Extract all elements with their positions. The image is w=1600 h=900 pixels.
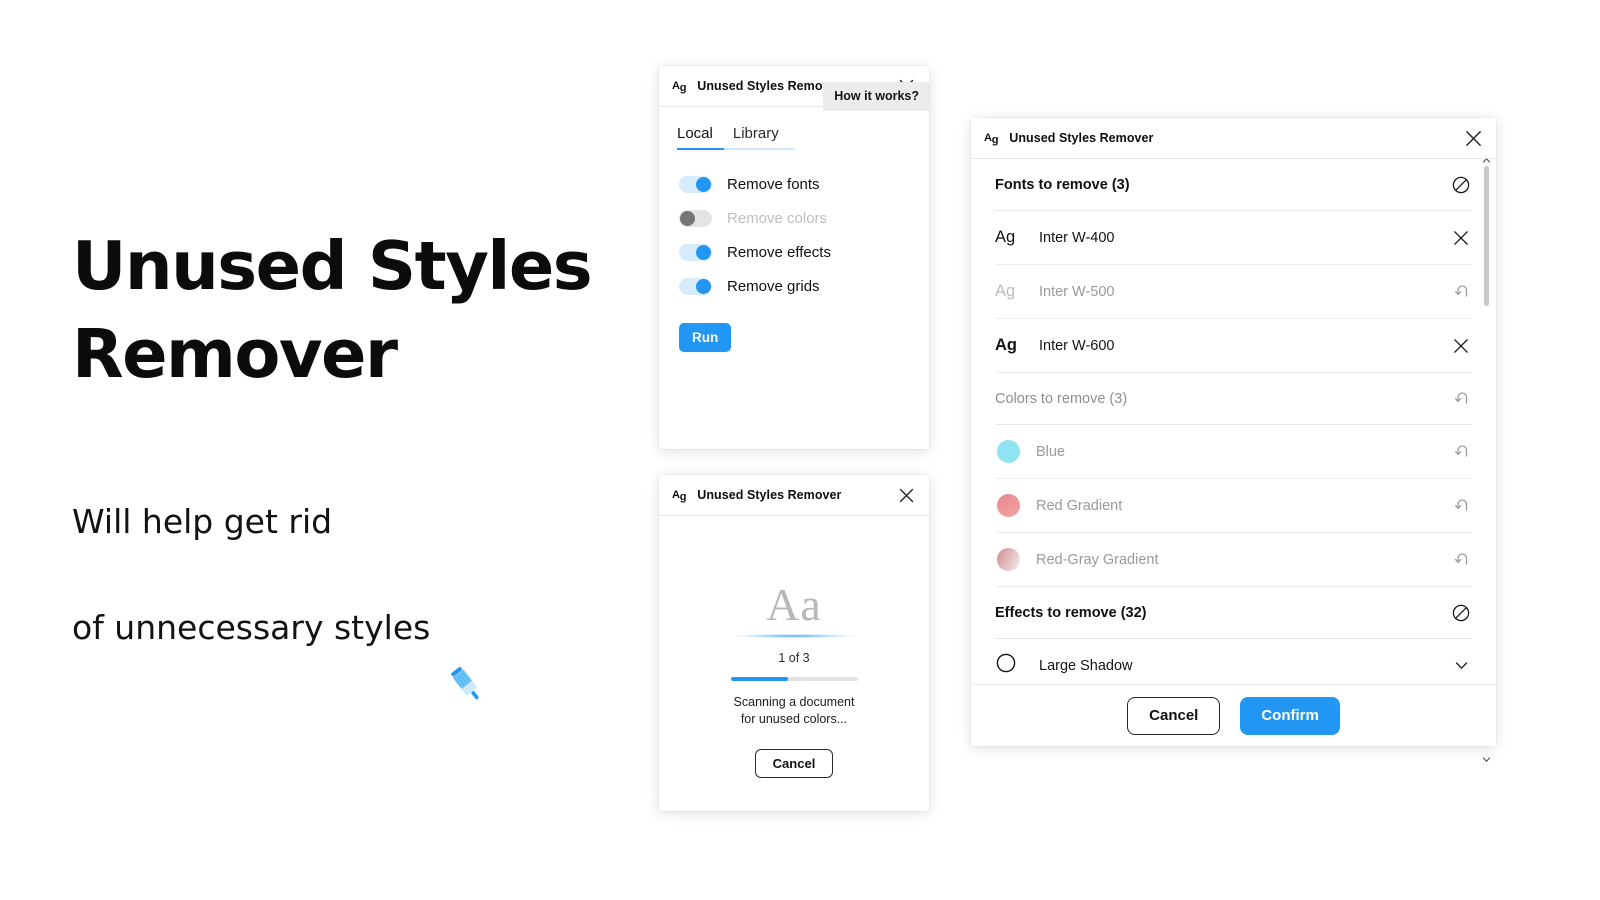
section-title: Effects to remove (32)	[995, 604, 1147, 621]
table-row[interactable]: Red-Gray Gradient	[995, 533, 1472, 587]
scrollbar-thumb[interactable]	[1484, 166, 1489, 306]
review-panel: Ag Unused Styles Remover Fonts to remove…	[971, 118, 1496, 762]
scanning-panel-title: Unused Styles Remover	[697, 488, 842, 502]
table-row[interactable]: Ag Inter W-400	[995, 211, 1472, 265]
scan-status-text: Scanning a document for unused colors...	[733, 695, 855, 726]
subtitle-line-1: Will help get rid	[72, 502, 333, 541]
review-panel-title: Unused Styles Remover	[1009, 131, 1154, 145]
font-preview-glyph: Aa	[766, 579, 822, 630]
font-sample: Ag	[995, 282, 1016, 300]
subtitle-line-2-wrap: of unnecessary styles	[72, 601, 632, 699]
review-footer: Cancel Confirm	[971, 684, 1496, 746]
undo-icon[interactable]	[1450, 495, 1472, 517]
switch-label-remove-effects: Remove effects	[727, 243, 831, 261]
switch-row-remove-effects: Remove effects	[679, 235, 929, 269]
table-row[interactable]: Blue	[995, 425, 1472, 479]
progress-bar-fill	[730, 677, 788, 681]
color-swatch	[997, 494, 1020, 517]
prohibition-icon[interactable]	[1450, 602, 1472, 624]
confirm-button[interactable]: Confirm	[1240, 696, 1340, 735]
review-panel-header: Ag Unused Styles Remover	[971, 118, 1496, 159]
close-icon[interactable]	[1463, 128, 1483, 148]
ag-logo-icon: Ag	[984, 131, 999, 146]
hero-section: Unused Styles Remover Will help get rid …	[72, 222, 632, 707]
switch-label-remove-colors: Remove colors	[727, 209, 828, 227]
font-sample: Ag	[995, 228, 1016, 246]
row-label: Large Shadow	[1039, 657, 1133, 674]
scroll-down-arrow-icon[interactable]	[1482, 751, 1491, 762]
vertical-scrollbar[interactable]	[1482, 158, 1491, 762]
switch-label-remove-grids: Remove grids	[727, 277, 820, 295]
row-label: Inter W-400	[1039, 229, 1115, 246]
prohibition-icon[interactable]	[1450, 174, 1472, 196]
undo-icon[interactable]	[1450, 281, 1472, 303]
row-label: Inter W-600	[1039, 337, 1115, 354]
font-sample: Ag	[995, 336, 1017, 354]
effect-preview-icon	[995, 652, 1023, 679]
switch-row-remove-fonts: Remove fonts	[679, 167, 929, 201]
run-button[interactable]: Run	[679, 323, 732, 352]
row-label: Red Gradient	[1036, 497, 1123, 514]
toggle-remove-fonts[interactable]	[679, 175, 712, 193]
color-swatch	[997, 548, 1020, 571]
scanning-body: Aa 1 of 3 Scanning a document for unused…	[659, 516, 929, 778]
scanning-panel-header: Ag Unused Styles Remover	[659, 475, 929, 516]
ag-logo-icon: Ag	[672, 79, 687, 94]
screenshot-root: Unused Styles Remover Will help get rid …	[0, 0, 1600, 900]
close-icon[interactable]	[1450, 335, 1472, 357]
cancel-scan-button[interactable]: Cancel	[754, 749, 834, 778]
close-icon[interactable]	[1450, 227, 1472, 249]
section-title: Fonts to remove (3)	[995, 176, 1130, 193]
how-it-works-tooltip[interactable]: How it works?	[823, 82, 929, 111]
toggle-knob	[696, 176, 711, 192]
tab-local[interactable]: Local	[677, 125, 713, 150]
toggle-knob	[680, 210, 695, 226]
table-row[interactable]: Ag Inter W-600	[995, 319, 1472, 373]
undo-icon[interactable]	[1450, 441, 1472, 463]
tab-library[interactable]: Library	[733, 125, 779, 150]
subtitle-line-2: of unnecessary styles	[72, 608, 431, 647]
undo-icon[interactable]	[1450, 388, 1472, 410]
toggle-remove-effects[interactable]	[679, 243, 712, 261]
paintbrush-icon	[444, 609, 490, 699]
tab-bar: How it works? Local Library	[659, 82, 929, 150]
close-icon[interactable]	[896, 485, 916, 505]
undo-icon[interactable]	[1450, 549, 1472, 571]
toggle-remove-colors[interactable]	[679, 209, 712, 227]
progress-bar	[730, 677, 858, 681]
cancel-button[interactable]: Cancel	[1127, 696, 1221, 735]
table-row[interactable]: Ag Inter W-500	[995, 265, 1472, 319]
options-panel: Ag Unused Styles Remover How it works? L…	[659, 66, 929, 449]
section-header-fonts: Fonts to remove (3)	[995, 159, 1472, 211]
color-swatch	[997, 440, 1020, 463]
toggle-remove-grids[interactable]	[679, 277, 712, 295]
step-counter: 1 of 3	[778, 651, 810, 665]
table-row[interactable]: Large Shadow	[995, 639, 1472, 684]
switch-row-remove-colors: Remove colors	[679, 201, 929, 235]
page-subtitle: Will help get rid of unnecessary styles	[72, 442, 632, 707]
section-title: Colors to remove (3)	[995, 390, 1128, 407]
page-title: Unused Styles Remover	[72, 227, 593, 393]
row-label: Red-Gray Gradient	[1036, 551, 1159, 568]
scanning-panel: Ag Unused Styles Remover Aa 1 of 3 Scann…	[659, 475, 929, 811]
row-label: Blue	[1036, 443, 1066, 460]
chevron-down-icon[interactable]	[1450, 655, 1472, 677]
section-header-colors: Colors to remove (3)	[995, 373, 1472, 425]
font-preview-glow	[734, 634, 854, 638]
toggle-knob	[696, 244, 711, 260]
switch-label-remove-fonts: Remove fonts	[727, 175, 820, 193]
toggle-knob	[696, 278, 711, 294]
section-header-effects: Effects to remove (32)	[995, 587, 1472, 639]
table-row[interactable]: Red Gradient	[995, 479, 1472, 533]
row-label: Inter W-500	[1039, 283, 1115, 300]
switch-list: Remove fonts Remove colors Remove effect…	[659, 150, 929, 303]
switch-row-remove-grids: Remove grids	[679, 269, 929, 303]
ag-logo-icon: Ag	[672, 488, 687, 503]
review-list[interactable]: Fonts to remove (3) Ag Inter W-400 Ag In…	[971, 159, 1496, 684]
